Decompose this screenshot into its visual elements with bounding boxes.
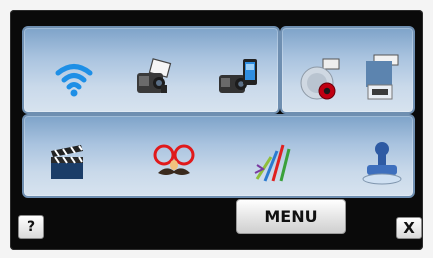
wifi-button[interactable] xyxy=(52,56,96,100)
media-panel xyxy=(280,26,415,114)
face-effect-button[interactable] xyxy=(150,140,198,186)
clapperboard-icon xyxy=(51,145,83,179)
menu-button[interactable]: MENU xyxy=(236,199,346,234)
wifi-icon xyxy=(55,64,93,97)
camera-screen: ? MENU X xyxy=(10,10,423,250)
disc-record-icon xyxy=(300,58,340,100)
creative-panel xyxy=(22,114,415,198)
close-button[interactable]: X xyxy=(396,217,422,239)
stamp-button[interactable] xyxy=(358,138,406,188)
glasses-mustache-icon xyxy=(153,144,195,175)
camcorder-phone-icon xyxy=(219,59,257,93)
memory-card-icon xyxy=(366,54,399,100)
disc-record-button[interactable] xyxy=(296,54,346,104)
monitor-camera-button[interactable] xyxy=(130,54,178,102)
stamp-icon xyxy=(362,142,402,185)
drawing-button[interactable] xyxy=(250,138,300,188)
wireless-panel xyxy=(22,26,280,114)
camcorder-phone-button[interactable] xyxy=(214,52,264,102)
clapperboard-button[interactable] xyxy=(44,140,90,186)
help-button[interactable]: ? xyxy=(18,215,44,239)
pencils-icon xyxy=(254,144,291,182)
camera-monitor-icon xyxy=(137,58,172,93)
memory-card-button[interactable] xyxy=(356,52,404,104)
